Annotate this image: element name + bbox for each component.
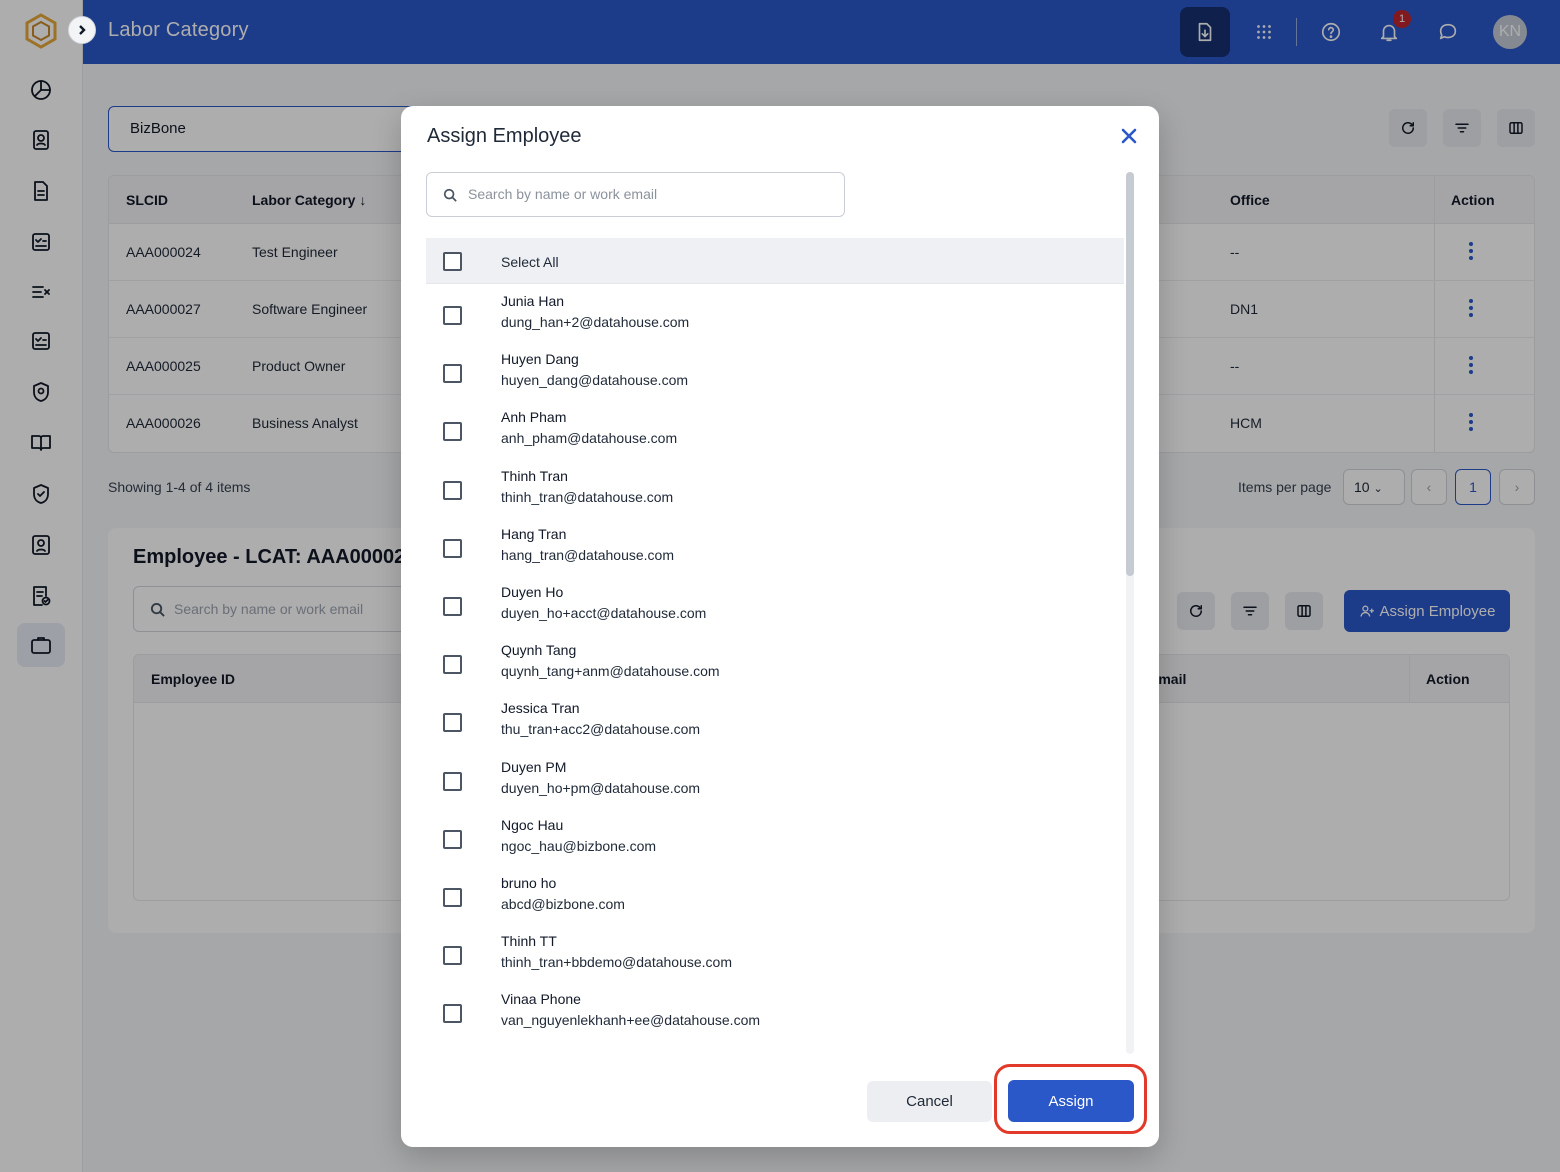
employee-option-row[interactable]: Thinh Tran thinh_tran@datahouse.com: [426, 461, 1124, 519]
employee-checkbox[interactable]: [443, 771, 462, 791]
employee-email: dung_han+2@datahouse.com: [501, 314, 690, 330]
employee-checkbox[interactable]: [443, 713, 462, 733]
employee-checkbox[interactable]: [443, 946, 462, 966]
modal-search-input[interactable]: Search by name or work email: [426, 172, 845, 217]
employee-checkbox[interactable]: [443, 364, 462, 384]
employee-option-row[interactable]: Hang Tran hang_tran@datahouse.com: [426, 519, 1124, 577]
assign-button[interactable]: Assign: [1008, 1080, 1134, 1122]
employee-name: Quynh Tang: [501, 642, 577, 659]
employee-checkbox[interactable]: [443, 888, 462, 907]
employee-checkbox[interactable]: [443, 1004, 462, 1024]
employee-option-row[interactable]: Thinh TT thinh_tran+bbdemo@datahouse.com: [426, 926, 1124, 984]
employee-option-row[interactable]: Duyen Ho duyen_ho+acct@datahouse.com: [426, 577, 1124, 635]
employee-name: Huyen Dang: [501, 351, 579, 368]
employee-checkbox[interactable]: [443, 306, 462, 325]
employee-option-row[interactable]: Vinaa Phone van_nguyenlekhanh+ee@datahous…: [426, 984, 1124, 1042]
sidebar-expand-button[interactable]: [68, 16, 96, 44]
modal-title: Assign Employee: [427, 125, 582, 147]
select-all-label: Select All: [501, 254, 559, 270]
select-all-checkbox[interactable]: [443, 252, 462, 271]
employee-name: Thinh TT: [501, 933, 557, 950]
employee-checkbox-list[interactable]: Select All Junia Han dung_han+2@datahouse…: [426, 238, 1126, 1053]
employee-name: Thinh Tran: [501, 467, 568, 484]
employee-name: Hang Tran: [501, 525, 567, 542]
employee-option-row[interactable]: Huyen Dang huyen_dang@datahouse.com: [426, 344, 1124, 402]
chevron-right-icon: [79, 25, 86, 35]
employee-option-row[interactable]: Duyen PM duyen_ho+pm@datahouse.com: [426, 752, 1124, 810]
employee-name: Jessica Tran: [501, 700, 580, 717]
employee-checkbox[interactable]: [443, 422, 462, 442]
select-all-row[interactable]: Select All: [426, 238, 1124, 284]
employee-name: bruno ho: [501, 875, 557, 891]
scrollbar-thumb[interactable]: [1126, 172, 1134, 576]
employee-name: Vinaa Phone: [501, 991, 581, 1008]
search-placeholder: Search by name or work email: [468, 186, 658, 202]
employee-name: Duyen PM: [501, 758, 567, 775]
employee-checkbox[interactable]: [443, 655, 462, 675]
employee-option-row[interactable]: bruno ho abcd@bizbone.com: [426, 868, 1124, 926]
employee-option-row[interactable]: Junia Han dung_han+2@datahouse.com: [426, 286, 1124, 344]
employee-name: Ngoc Hau: [501, 816, 564, 833]
employee-email: duyen_ho+pm@datahouse.com: [501, 779, 701, 796]
employee-email: van_nguyenlekhanh+ee@datahouse.com: [501, 1012, 761, 1029]
employee-email: ngoc_hau@bizbone.com: [501, 837, 657, 854]
employee-option-row[interactable]: Jessica Tran thu_tran+acc2@datahouse.com: [426, 693, 1124, 751]
employee-name: Duyen Ho: [501, 584, 564, 600]
cancel-button[interactable]: Cancel: [867, 1081, 992, 1122]
employee-email: quynh_tang+anm@datahouse.com: [501, 663, 720, 680]
employee-checkbox[interactable]: [443, 597, 462, 616]
employee-name: Anh Pham: [501, 409, 567, 426]
employee-email: huyen_dang@datahouse.com: [501, 372, 689, 389]
employee-option-row[interactable]: Ngoc Hau ngoc_hau@bizbone.com: [426, 810, 1124, 868]
search-icon: [443, 188, 457, 202]
employee-email: abcd@bizbone.com: [501, 896, 625, 912]
employee-option-row[interactable]: Quynh Tang quynh_tang+anm@datahouse.com: [426, 635, 1124, 693]
close-modal-button[interactable]: [1117, 124, 1141, 148]
employee-option-row[interactable]: Anh Pham anh_pham@datahouse.com: [426, 402, 1124, 460]
employee-email: hang_tran@datahouse.com: [501, 546, 674, 563]
employee-email: thinh_tran+bbdemo@datahouse.com: [501, 954, 732, 971]
employee-email: thu_tran+acc2@datahouse.com: [501, 721, 701, 738]
employee-checkbox[interactable]: [443, 829, 462, 849]
modal-scrollbar[interactable]: [1126, 172, 1134, 1054]
employee-email: thinh_tran@datahouse.com: [501, 488, 674, 505]
employee-email: anh_pham@datahouse.com: [501, 430, 678, 447]
employee-checkbox[interactable]: [443, 480, 462, 500]
employee-checkbox[interactable]: [443, 538, 462, 558]
assign-employee-modal: Assign Employee Search by name or work e…: [401, 106, 1159, 1147]
employee-name: Junia Han: [501, 293, 565, 309]
close-icon: [1121, 128, 1137, 144]
employee-email: duyen_ho+acct@datahouse.com: [501, 605, 707, 621]
